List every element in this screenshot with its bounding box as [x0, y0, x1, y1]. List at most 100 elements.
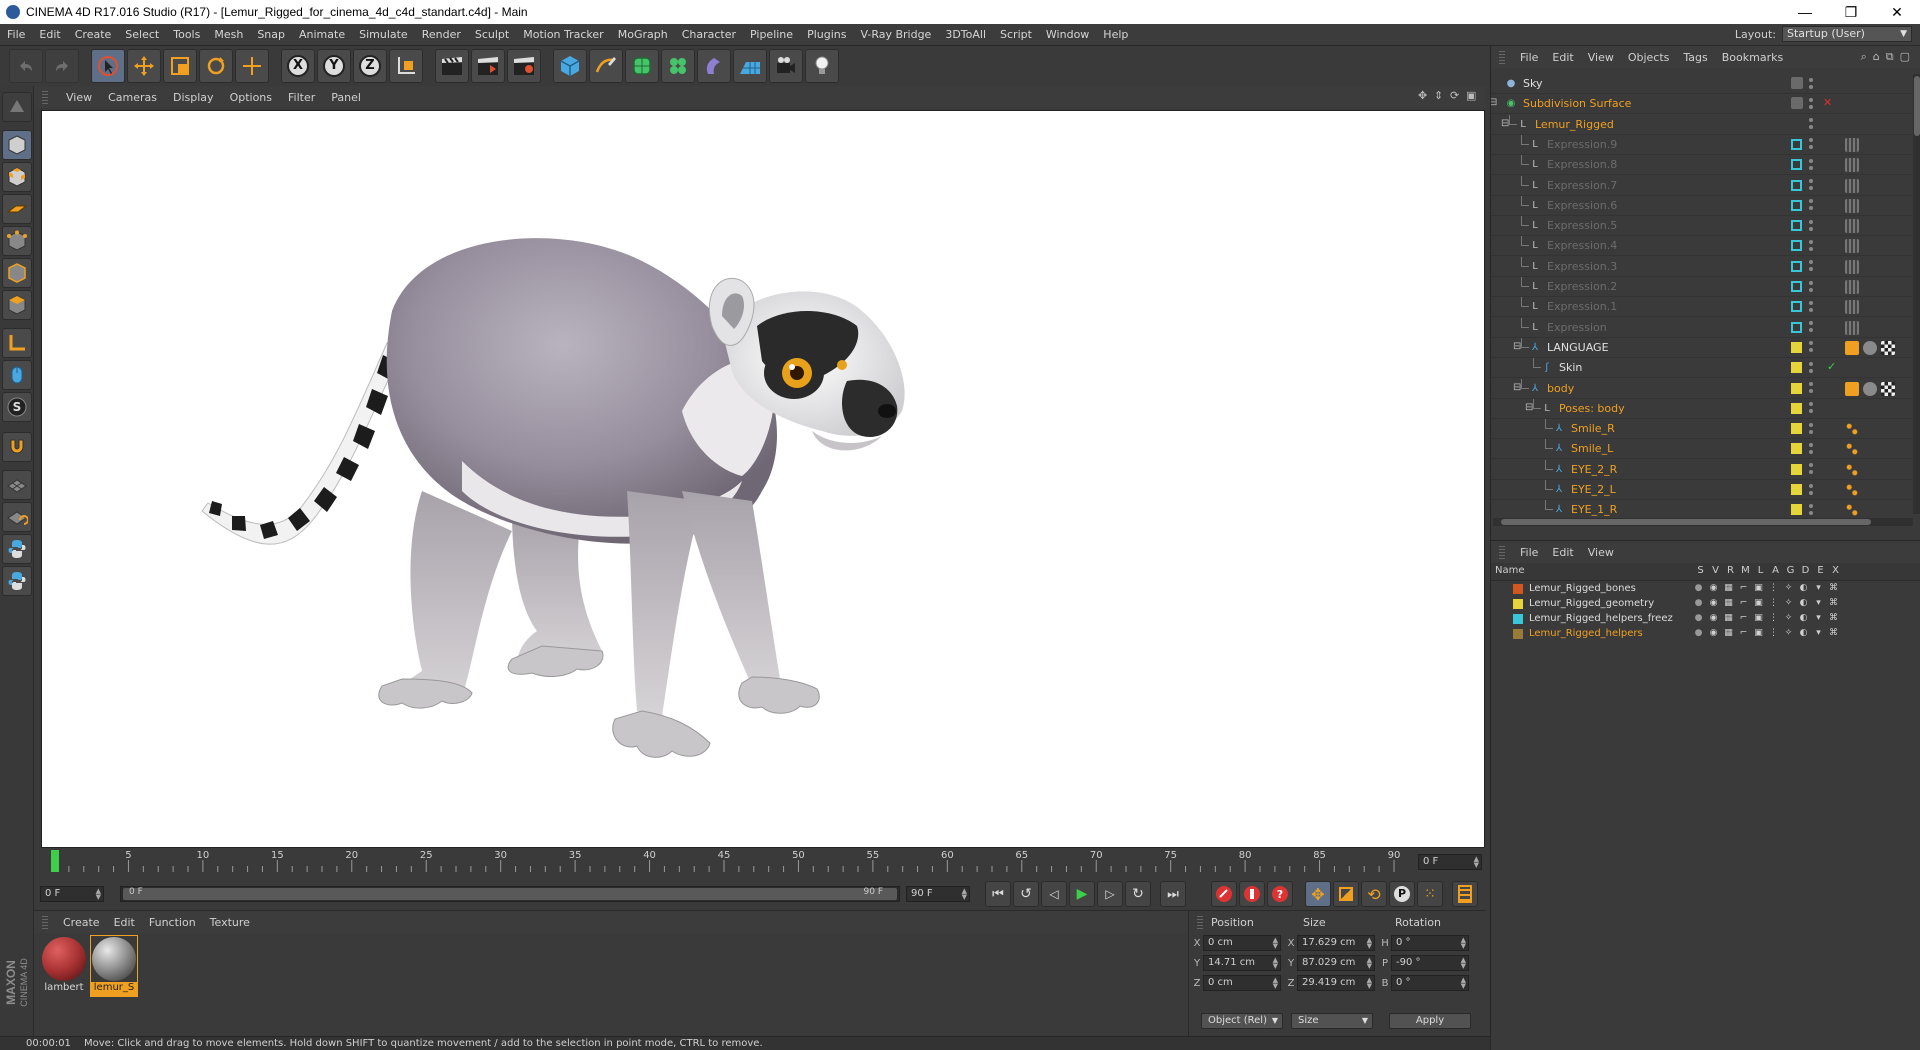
xpresso-tag-icon[interactable] [1845, 219, 1859, 234]
object-row[interactable]: ʃ Skin ✓ [1491, 358, 1911, 379]
python-script-2-button[interactable] [2, 566, 32, 596]
minimize-icon[interactable]: — [1782, 0, 1828, 24]
menu-window[interactable]: Window [1039, 28, 1096, 41]
rotate-tool-button[interactable] [199, 49, 233, 83]
xpresso-tag-icon[interactable] [1845, 259, 1859, 274]
layer-column-a[interactable]: A [1768, 565, 1783, 576]
layer-color-tag[interactable] [1791, 199, 1802, 211]
xpresso-tag-icon[interactable] [1845, 178, 1859, 193]
toggle-layout-icon[interactable]: ▣ [1466, 90, 1478, 102]
spin-arrows-icon[interactable]: ▲ ▼ [962, 888, 967, 901]
layer-color-tag[interactable] [1791, 484, 1802, 495]
lock-icon[interactable]: ▣ [1751, 597, 1766, 609]
viewport-menu-filter[interactable]: Filter [280, 91, 323, 104]
deformer-icon[interactable]: ◐ [1796, 627, 1811, 639]
deformer-icon[interactable]: ◐ [1796, 597, 1811, 609]
layer-color-tag[interactable] [1791, 301, 1802, 313]
layer-color-swatch[interactable] [1513, 628, 1523, 639]
render-view-button[interactable] [435, 49, 469, 83]
visibility-toggle-icon[interactable] [1809, 76, 1819, 90]
quantize-button[interactable] [2, 502, 32, 532]
layer-color-tag[interactable] [1791, 260, 1802, 272]
visibility-toggle-icon[interactable] [1809, 421, 1819, 435]
object-row[interactable]: L Expression.8 [1491, 155, 1911, 176]
spin-arrows-icon[interactable]: ▲ ▼ [1474, 856, 1479, 869]
lock-icon[interactable]: ▣ [1751, 627, 1766, 639]
checker-tag-icon[interactable] [1881, 340, 1895, 355]
object-row[interactable]: L Expression.7 [1491, 175, 1911, 196]
parameter-key-button[interactable]: P [1389, 881, 1415, 907]
visibility-toggle-icon[interactable] [1809, 137, 1819, 151]
menu-script[interactable]: Script [993, 28, 1039, 41]
solo-icon[interactable]: ● [1691, 582, 1706, 594]
ik-tag-icon[interactable] [1845, 503, 1859, 516]
visibility-toggle-icon[interactable] [1809, 482, 1819, 496]
manager-icon[interactable]: ⌐ [1736, 627, 1751, 639]
frame-ruler[interactable]: 051015202530354045505560657075808590 [48, 848, 1456, 874]
texture-tag-icon[interactable] [1845, 381, 1859, 396]
visibility-eye-icon[interactable]: ◉ [1706, 627, 1721, 639]
panel-grip-icon[interactable] [42, 90, 48, 104]
spin-arrows-icon[interactable]: ▲ ▼ [1461, 977, 1466, 990]
object-row[interactable]: ⅄ Smile_L [1491, 439, 1911, 460]
position-field[interactable]: 14.71 cm ▲ ▼ [1203, 955, 1281, 971]
go-to-start-button[interactable]: ⏮ [985, 881, 1011, 907]
texture-mode-button[interactable] [2, 162, 32, 192]
object-row[interactable]: ⊟ L Lemur_Rigged [1491, 114, 1911, 135]
generator-icon[interactable]: ✧ [1781, 582, 1796, 594]
material-menu-texture[interactable]: Texture [203, 916, 257, 929]
menu-edit[interactable]: Edit [32, 28, 67, 41]
disabled-x-icon[interactable]: ✕ [1823, 96, 1832, 109]
menu-sculpt[interactable]: Sculpt [468, 28, 516, 41]
object-menu-edit[interactable]: Edit [1545, 51, 1580, 64]
editor-check-icon[interactable] [1791, 77, 1803, 89]
xref-icon[interactable]: ⌘ [1826, 597, 1841, 609]
object-row[interactable]: L Expression.9 [1491, 134, 1911, 155]
add-cube-button[interactable] [553, 49, 587, 83]
rotation-field[interactable]: -90 ° ▲ ▼ [1391, 955, 1469, 971]
spin-arrows-icon[interactable]: ▲ ▼ [1367, 957, 1372, 970]
rotate-view-icon[interactable]: ⟳ [1450, 90, 1462, 102]
texture-tag-icon[interactable] [1845, 340, 1859, 355]
new-window-icon[interactable]: ⧉ [1886, 50, 1894, 64]
coordinate-system-button[interactable] [389, 49, 423, 83]
add-light-button[interactable] [805, 49, 839, 83]
material-lemur-swatch[interactable] [92, 937, 136, 981]
visibility-toggle-icon[interactable] [1809, 96, 1819, 110]
layer-color-tag[interactable] [1791, 179, 1802, 191]
previous-key-button[interactable]: ↺ [1013, 881, 1039, 907]
layout-select[interactable]: Startup (User) ▼ [1782, 26, 1912, 42]
frame-range-slider[interactable]: 0 F 90 F [120, 886, 900, 902]
generator-icon[interactable]: ✧ [1781, 612, 1796, 624]
undo-button[interactable] [9, 49, 43, 83]
xpresso-tag-icon[interactable] [1845, 198, 1859, 213]
layer-row[interactable]: Lemur_Rigged_helpers ● ◉ ▦ ⌐ ▣ ⋮ ✧ ◐ ▾ ⌘ [1491, 626, 1920, 641]
autokey-button[interactable] [1239, 881, 1265, 907]
xpresso-tag-icon[interactable] [1845, 280, 1859, 294]
render-icon[interactable]: ▦ [1721, 612, 1736, 624]
ik-tag-icon[interactable] [1845, 483, 1859, 497]
object-row[interactable]: ● Sky [1491, 74, 1911, 94]
add-camera-button[interactable] [769, 49, 803, 83]
menu-help[interactable]: Help [1096, 28, 1135, 41]
material-menu-function[interactable]: Function [142, 916, 203, 929]
xref-icon[interactable]: ⌘ [1826, 582, 1841, 594]
spin-arrows-icon[interactable]: ▲ ▼ [96, 888, 101, 901]
object-list-horizontal-scrollbar[interactable] [1493, 518, 1913, 526]
object-row[interactable]: L Expression.5 [1491, 216, 1911, 237]
add-environment-button[interactable] [733, 49, 767, 83]
visibility-eye-icon[interactable]: ◉ [1706, 597, 1721, 609]
scrollbar-thumb[interactable] [1914, 76, 1920, 136]
material-menu-create[interactable]: Create [56, 916, 107, 929]
object-row[interactable]: ⊟ ⅄ body [1491, 378, 1911, 399]
point-level-key-button[interactable]: ⁙ [1417, 881, 1443, 907]
deformer-icon[interactable]: ◐ [1796, 582, 1811, 594]
manager-icon[interactable]: ⌐ [1736, 612, 1751, 624]
animation-icon[interactable]: ⋮ [1766, 612, 1781, 624]
manager-icon[interactable]: ⌐ [1736, 597, 1751, 609]
redo-button[interactable] [45, 49, 79, 83]
expand-toggle-icon[interactable]: ⊟ [1513, 382, 1521, 393]
layer-color-tag[interactable] [1791, 240, 1802, 252]
object-row[interactable]: ⅄ EYE_1_R [1491, 500, 1911, 516]
layer-column-d[interactable]: D [1798, 565, 1813, 576]
